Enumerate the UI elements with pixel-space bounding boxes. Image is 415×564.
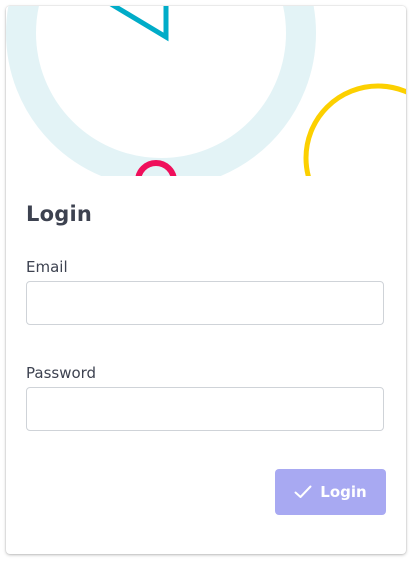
page-title: Login [26,202,92,226]
password-label: Password [26,364,97,382]
cyan-triangle [109,6,169,42]
yellow-ring [303,83,406,176]
check-icon [294,485,312,499]
login-button[interactable]: Login [275,469,386,515]
login-card: Login Email Password Login [6,6,406,554]
decorative-banner [6,6,406,176]
password-field[interactable] [26,387,384,431]
email-field[interactable] [26,281,384,325]
large-light-circle [6,6,316,176]
login-button-label: Login [320,483,367,501]
email-label: Email [26,258,68,276]
banner-shapes [6,6,406,176]
